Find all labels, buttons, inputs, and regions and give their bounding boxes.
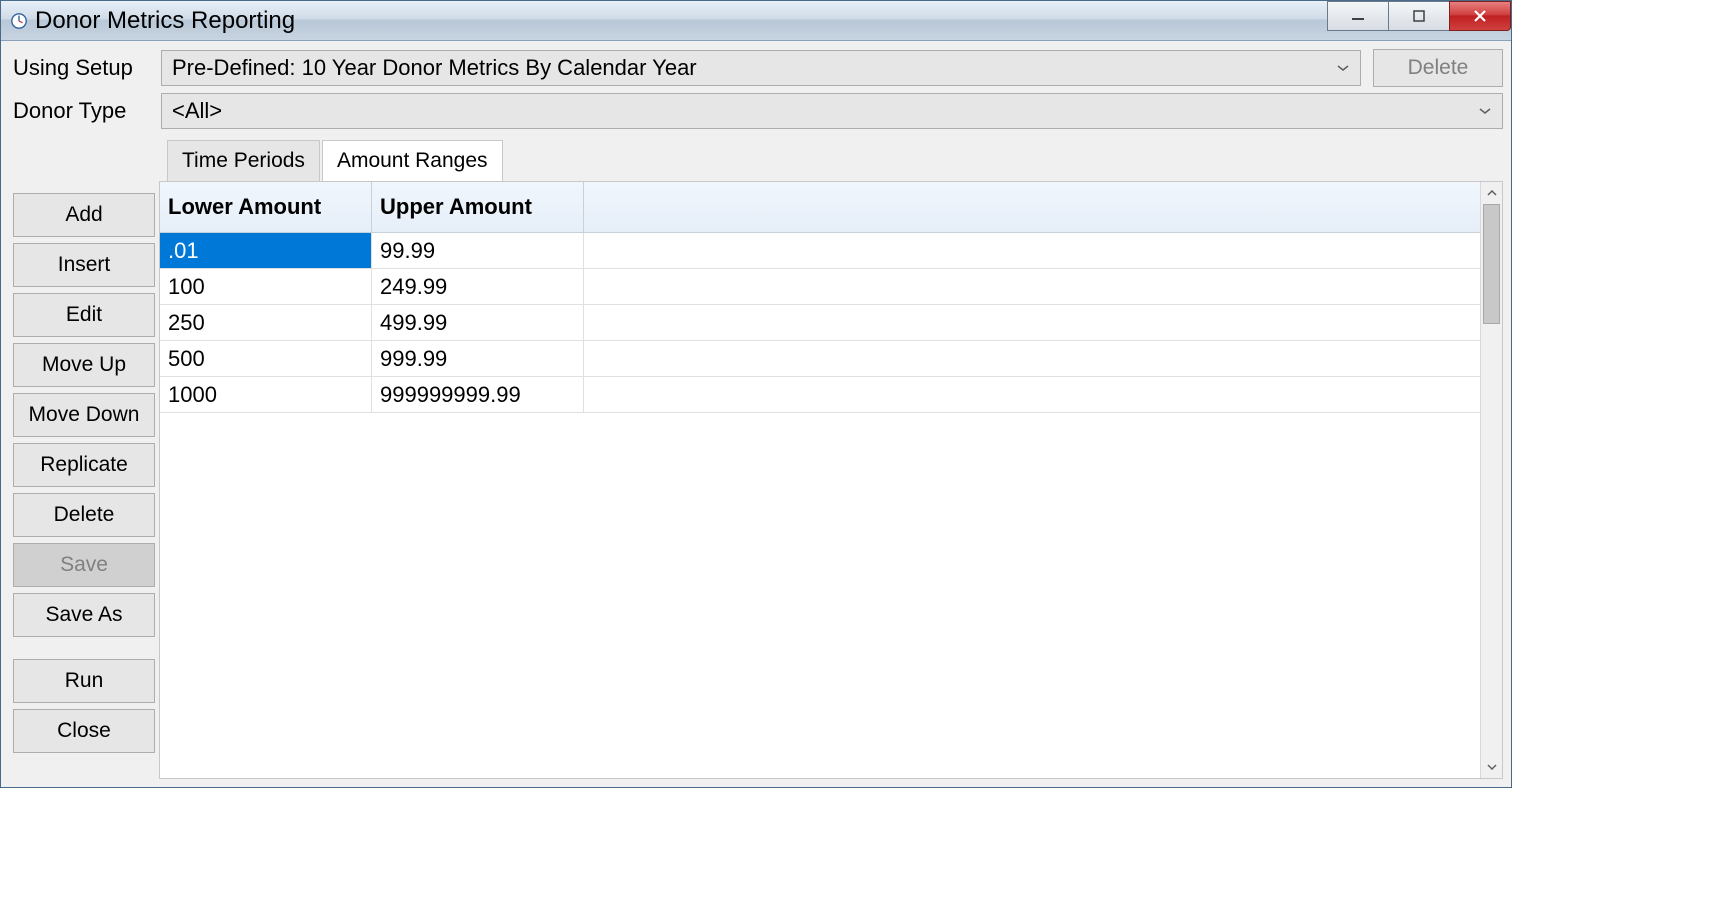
- content-area: Using Setup Pre-Defined: 10 Year Donor M…: [1, 41, 1511, 787]
- tabs: Time Periods Amount Ranges: [159, 141, 1503, 181]
- delete-setup-label: Delete: [1408, 56, 1469, 80]
- col-lower-amount[interactable]: Lower Amount: [160, 182, 372, 232]
- chevron-down-icon: [1478, 107, 1492, 115]
- cell-lower-amount[interactable]: 1000: [160, 377, 372, 412]
- tab-area: Time Periods Amount Ranges Lower Amount …: [159, 141, 1503, 779]
- donor-type-combo[interactable]: <All>: [161, 93, 1503, 129]
- cell-lower-amount[interactable]: 100: [160, 269, 372, 304]
- cell-upper-amount[interactable]: 999999999.99: [372, 377, 584, 412]
- table-row[interactable]: .0199.99: [160, 233, 1480, 269]
- cell-upper-amount[interactable]: 249.99: [372, 269, 584, 304]
- save-button[interactable]: Save: [13, 543, 155, 587]
- donor-type-value: <All>: [172, 98, 222, 124]
- window-title: Donor Metrics Reporting: [35, 7, 295, 35]
- run-button[interactable]: Run: [13, 659, 155, 703]
- grid-header: Lower Amount Upper Amount: [160, 182, 1480, 233]
- replicate-button[interactable]: Replicate: [13, 443, 155, 487]
- grid-body: .0199.99100249.99250499.99500999.9910009…: [160, 233, 1480, 413]
- scroll-track[interactable]: [1481, 204, 1502, 756]
- grid-wrap: Lower Amount Upper Amount .0199.99100249…: [159, 181, 1503, 779]
- main-area: Add Insert Edit Move Up Move Down Replic…: [9, 141, 1503, 779]
- app-icon: [9, 11, 29, 31]
- vertical-scrollbar[interactable]: [1480, 182, 1502, 778]
- cell-lower-amount[interactable]: 500: [160, 341, 372, 376]
- edit-button[interactable]: Edit: [13, 293, 155, 337]
- table-row[interactable]: 250499.99: [160, 305, 1480, 341]
- delete-button[interactable]: Delete: [13, 493, 155, 537]
- cell-lower-amount[interactable]: 250: [160, 305, 372, 340]
- donor-type-row: Donor Type <All>: [9, 93, 1503, 129]
- save-as-button[interactable]: Save As: [13, 593, 155, 637]
- move-up-button[interactable]: Move Up: [13, 343, 155, 387]
- window-controls: [1328, 1, 1511, 33]
- donor-type-label: Donor Type: [9, 98, 149, 124]
- using-setup-combo[interactable]: Pre-Defined: 10 Year Donor Metrics By Ca…: [161, 50, 1361, 86]
- side-buttons: Add Insert Edit Move Up Move Down Replic…: [9, 141, 159, 779]
- col-upper-amount[interactable]: Upper Amount: [372, 182, 584, 232]
- table-row[interactable]: 1000999999999.99: [160, 377, 1480, 413]
- minimize-button[interactable]: [1327, 1, 1389, 31]
- button-gap: [13, 643, 155, 659]
- titlebar: Donor Metrics Reporting: [1, 1, 1511, 41]
- using-setup-label: Using Setup: [9, 55, 149, 81]
- cell-upper-amount[interactable]: 499.99: [372, 305, 584, 340]
- scroll-down-arrow[interactable]: [1481, 756, 1502, 778]
- table-row[interactable]: 500999.99: [160, 341, 1480, 377]
- grid[interactable]: Lower Amount Upper Amount .0199.99100249…: [160, 182, 1480, 778]
- close-dialog-button[interactable]: Close: [13, 709, 155, 753]
- add-button[interactable]: Add: [13, 193, 155, 237]
- insert-button[interactable]: Insert: [13, 243, 155, 287]
- scroll-up-arrow[interactable]: [1481, 182, 1502, 204]
- window: Donor Metrics Reporting Using Setup Pre-…: [0, 0, 1512, 788]
- col-filler: [584, 182, 1480, 232]
- scroll-thumb[interactable]: [1483, 204, 1500, 324]
- delete-setup-button[interactable]: Delete: [1373, 49, 1503, 87]
- using-setup-value: Pre-Defined: 10 Year Donor Metrics By Ca…: [172, 55, 697, 81]
- tab-time-periods[interactable]: Time Periods: [167, 140, 320, 181]
- move-down-button[interactable]: Move Down: [13, 393, 155, 437]
- table-row[interactable]: 100249.99: [160, 269, 1480, 305]
- maximize-button[interactable]: [1388, 1, 1450, 31]
- cell-upper-amount[interactable]: 999.99: [372, 341, 584, 376]
- cell-upper-amount[interactable]: 99.99: [372, 233, 584, 268]
- chevron-down-icon: [1336, 64, 1350, 72]
- tab-amount-ranges[interactable]: Amount Ranges: [322, 140, 503, 181]
- using-setup-row: Using Setup Pre-Defined: 10 Year Donor M…: [9, 49, 1503, 87]
- close-button[interactable]: [1449, 1, 1511, 31]
- cell-lower-amount[interactable]: .01: [160, 233, 372, 268]
